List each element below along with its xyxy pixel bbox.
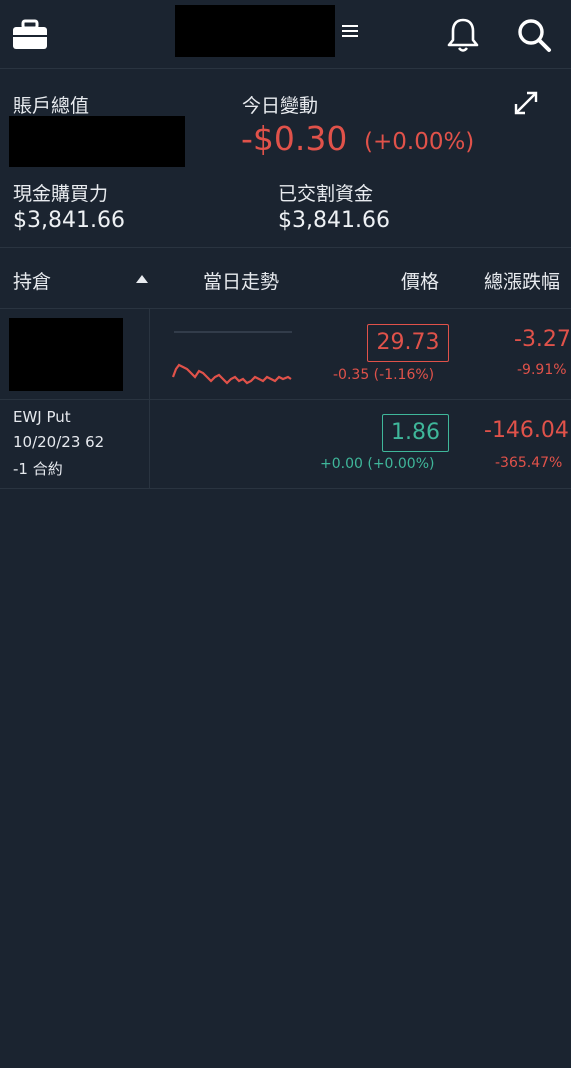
bell-icon[interactable]: [446, 16, 480, 54]
column-divider: [149, 400, 150, 488]
sort-ascending-icon[interactable]: [136, 275, 148, 283]
total-change-percent: -365.47%: [495, 455, 563, 471]
day-change-value: -$0.30: [241, 119, 348, 158]
intraday-sparkline: [171, 331, 292, 385]
day-change-percent: (+0.00%): [364, 129, 475, 155]
price-badge: 29.73: [367, 324, 449, 362]
table-row[interactable]: 29.73 -0.35 (-1.16%) -3.27 -9.91%: [0, 309, 571, 400]
column-header-position[interactable]: 持倉: [13, 267, 51, 294]
account-summary: 賬戶總值 今日變動 -$0.30 (+0.00%) 現金購買力 $3,841.6…: [0, 69, 571, 248]
column-header-intraday[interactable]: 當日走勢: [203, 267, 279, 294]
table-row[interactable]: EWJ Put 10/20/23 62 -1 合約 1.86 +0.00 (+0…: [0, 400, 571, 489]
buying-power-label: 現金購買力: [13, 183, 109, 205]
column-divider: [149, 309, 150, 399]
settled-cash-value: $3,841.66: [278, 208, 390, 233]
column-header-total-change[interactable]: 總漲跌幅: [484, 267, 560, 294]
price-badge: 1.86: [382, 414, 449, 452]
total-change-value: -3.27: [514, 327, 571, 352]
option-symbol: EWJ Put: [13, 408, 71, 426]
option-expiry-strike: 10/20/23 62: [13, 433, 105, 451]
account-value-label: 賬戶總值: [13, 95, 90, 117]
positions-table-header: 持倉 當日走勢 價格 總漲跌幅: [0, 248, 571, 309]
menu-icon[interactable]: [341, 22, 359, 40]
price-change: -0.35 (-1.16%): [333, 367, 435, 383]
search-icon[interactable]: [515, 16, 553, 54]
redacted-symbol: [9, 318, 123, 391]
option-contracts: -1 合約: [13, 460, 63, 478]
redacted-account-value: [9, 116, 185, 167]
redacted-account-name: [175, 5, 335, 57]
buying-power-value: $3,841.66: [13, 208, 125, 233]
briefcase-icon[interactable]: [12, 18, 48, 50]
expand-icon[interactable]: [510, 87, 542, 119]
column-header-price[interactable]: 價格: [401, 267, 439, 294]
settled-cash-label: 已交割資金: [278, 183, 374, 205]
top-bar: [0, 0, 571, 69]
price-change: +0.00 (+0.00%): [320, 456, 435, 472]
total-change-percent: -9.91%: [517, 362, 567, 378]
day-change-label: 今日變動: [242, 95, 319, 117]
total-change-value: -146.04: [484, 418, 569, 443]
